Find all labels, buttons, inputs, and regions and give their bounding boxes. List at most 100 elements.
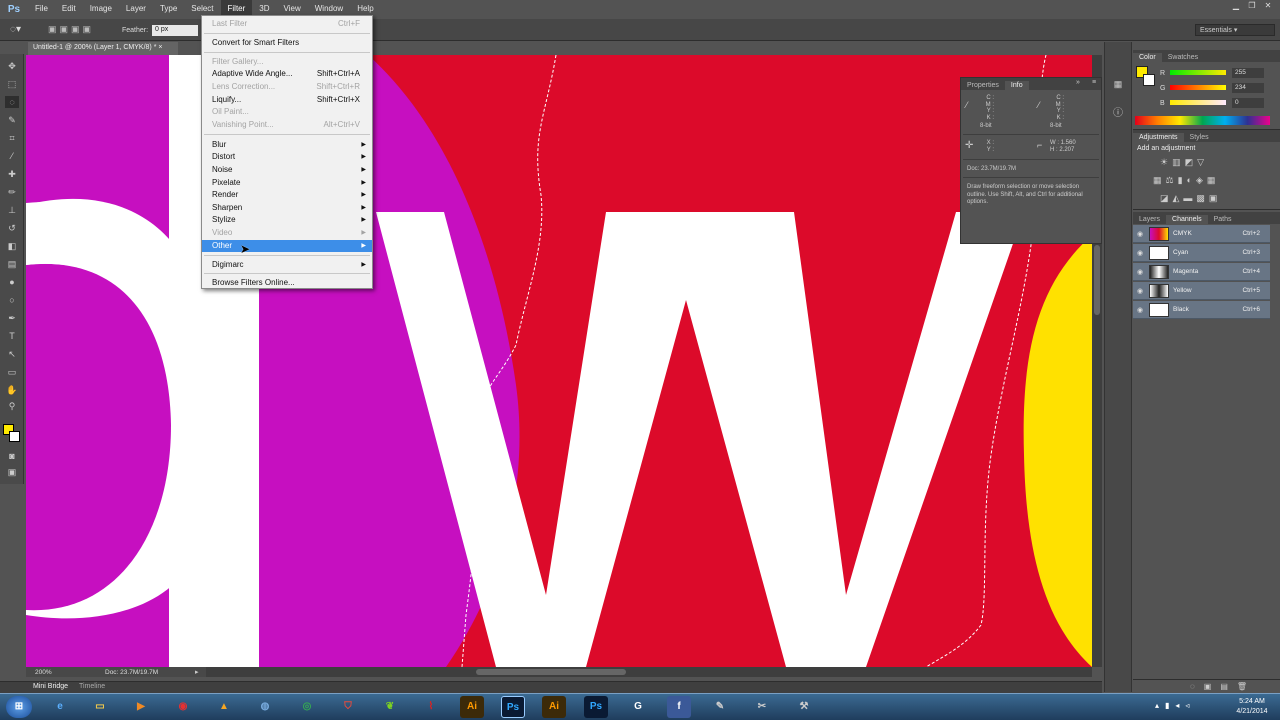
tab-layers[interactable]: Layers (1133, 215, 1166, 224)
dodge-tool-icon[interactable]: ○ (5, 294, 19, 306)
gradient-tool-icon[interactable]: ▤ (5, 258, 19, 270)
document-canvas[interactable] (26, 55, 1092, 667)
b-value-field[interactable]: 0 (1232, 98, 1264, 108)
vlc-icon[interactable]: ▲ (212, 696, 236, 718)
document-tab[interactable]: Untitled-1 @ 200% (Layer 1, CMYK/8) * × (28, 42, 178, 55)
visibility-eye-icon[interactable]: ◉ (1137, 287, 1143, 295)
selection-mode-icons[interactable]: ▣▣▣▣ (48, 24, 104, 36)
status-arrow-icon[interactable]: ▸ (195, 668, 199, 676)
start-button-icon[interactable]: ⊞ (6, 696, 32, 718)
quick-mask-icon[interactable]: ◙ (5, 450, 19, 462)
app-icon-red[interactable]: ◉ (171, 696, 195, 718)
channel-panel-buttons[interactable]: ◌▣▤🗑 (1190, 682, 1256, 691)
panel-collapse-icon[interactable]: » (1076, 79, 1080, 86)
hand-tool-icon[interactable]: ✋ (5, 384, 19, 396)
healing-tool-icon[interactable]: ✚ (5, 168, 19, 180)
visibility-eye-icon[interactable]: ◉ (1137, 249, 1143, 257)
menu-image[interactable]: Image (83, 0, 119, 18)
menu-item-pixelate[interactable]: Pixelate ▶ (202, 177, 372, 189)
background-color-chip[interactable] (1143, 74, 1155, 86)
restore-icon[interactable]: ❐ (1244, 1, 1260, 13)
background-color-swatch[interactable] (9, 431, 20, 442)
adjustment-icons-row-3[interactable]: ◪◭▬▩▣ (1160, 193, 1221, 204)
tab-swatches[interactable]: Swatches (1162, 53, 1204, 62)
adjustment-icons-row-2[interactable]: ▦⚖▮◐◈▦ (1153, 175, 1219, 186)
tab-color[interactable]: Color (1133, 53, 1162, 62)
facebook-icon[interactable]: f (667, 696, 691, 718)
menu-item-convert-smart-filters[interactable]: Convert for Smart Filters (202, 37, 372, 49)
tab-mini-bridge[interactable]: Mini Bridge (33, 683, 68, 690)
minimize-icon[interactable]: ▁ (1228, 1, 1244, 13)
r-value-field[interactable]: 255 (1232, 68, 1264, 78)
history-panel-icon[interactable]: ▦ (1111, 79, 1125, 91)
menu-type[interactable]: Type (153, 0, 184, 18)
horizontal-scroll-thumb[interactable] (476, 669, 626, 675)
workspace-select[interactable]: Essentials ▾ (1195, 24, 1275, 36)
history-brush-tool-icon[interactable]: ↺ (5, 222, 19, 234)
chrome-icon[interactable]: ◎ (295, 696, 319, 718)
menu-item-other[interactable]: Other ▶ (202, 240, 372, 252)
b-slider[interactable] (1170, 100, 1226, 105)
file-explorer-icon[interactable]: ▭ (88, 696, 112, 718)
channel-row-yellow[interactable]: ◉ Yellow Ctrl+5 (1133, 282, 1270, 300)
channel-row-black[interactable]: ◉ Black Ctrl+6 (1133, 301, 1270, 319)
stamp-tool-icon[interactable]: ⊥ (5, 204, 19, 216)
app-icon-leaf[interactable]: ❦ (378, 696, 402, 718)
media-player-icon[interactable]: ▶ (129, 696, 153, 718)
blur-tool-icon[interactable]: ● (5, 276, 19, 288)
app-icon-wrench[interactable]: ⚒ (792, 696, 816, 718)
move-tool-icon[interactable]: ✥ (5, 60, 19, 72)
menu-item-stylize[interactable]: Stylize ▶ (202, 214, 372, 226)
tab-adjustments[interactable]: Adjustments (1133, 133, 1184, 142)
acrobat-icon[interactable]: ⌇ (419, 696, 443, 718)
zoom-level[interactable]: 200% (35, 669, 52, 676)
crop-tool-icon[interactable]: ⌗ (5, 132, 19, 144)
tab-styles[interactable]: Styles (1184, 133, 1215, 142)
eraser-tool-icon[interactable]: ◧ (5, 240, 19, 252)
visibility-eye-icon[interactable]: ◉ (1137, 230, 1143, 238)
color-ramp[interactable] (1135, 116, 1270, 125)
menu-item-browse-filters-online[interactable]: Browse Filters Online... (202, 277, 372, 289)
path-select-tool-icon[interactable]: ↖ (5, 348, 19, 360)
menu-file[interactable]: File (28, 0, 55, 18)
shape-tool-icon[interactable]: ▭ (5, 366, 19, 378)
menu-layer[interactable]: Layer (119, 0, 153, 18)
quick-select-tool-icon[interactable]: ✎ (5, 114, 19, 126)
app-icon-pen[interactable]: ✎ (708, 696, 732, 718)
tab-paths[interactable]: Paths (1208, 215, 1238, 224)
photoshop-icon[interactable]: Ps (584, 696, 608, 718)
feather-input[interactable]: 0 px (152, 25, 198, 36)
adjustment-icons-row-1[interactable]: ☀▥◩▽ (1160, 157, 1208, 168)
app-icon-g[interactable]: G (626, 696, 650, 718)
close-tab-icon[interactable]: × (158, 44, 162, 51)
illustrator-icon[interactable]: Ai (542, 696, 566, 718)
channel-row-cyan[interactable]: ◉ Cyan Ctrl+3 (1133, 244, 1270, 262)
tab-channels[interactable]: Channels (1166, 215, 1208, 224)
menu-item-render[interactable]: Render ▶ (202, 189, 372, 201)
pen-tool-icon[interactable]: ✒ (5, 312, 19, 324)
taskbar-clock[interactable]: 5:24 AM 4/21/2014 (1228, 697, 1276, 717)
brush-tool-icon[interactable]: ✏ (5, 186, 19, 198)
channel-row-cmyk[interactable]: ◉ CMYK Ctrl+2 (1133, 225, 1270, 243)
illustrator-icon[interactable]: Ai (460, 696, 484, 718)
menu-item-adaptive-wide-angle[interactable]: Adaptive Wide Angle... Shift+Ctrl+A (202, 68, 372, 80)
panel-menu-icon[interactable]: ≡ (1092, 79, 1096, 86)
screen-mode-icon[interactable]: ▣ (5, 466, 19, 478)
tab-info[interactable]: Info (1004, 81, 1029, 90)
menu-edit[interactable]: Edit (55, 0, 83, 18)
menu-item-noise[interactable]: Noise ▶ (202, 164, 372, 176)
internet-explorer-icon[interactable]: e (48, 696, 72, 718)
info-panel-icon[interactable]: ⓘ (1111, 104, 1125, 119)
g-slider[interactable] (1170, 85, 1226, 90)
g-value-field[interactable]: 234 (1232, 83, 1264, 93)
tab-properties[interactable]: Properties (961, 81, 1005, 90)
channel-row-magenta[interactable]: ◉ Magenta Ctrl+4 (1133, 263, 1270, 281)
menu-item-digimarc[interactable]: Digimarc ▶ (202, 259, 372, 271)
menu-item-blur[interactable]: Blur ▶ (202, 139, 372, 151)
visibility-eye-icon[interactable]: ◉ (1137, 306, 1143, 314)
r-slider[interactable] (1170, 70, 1226, 75)
type-tool-icon[interactable]: T (5, 330, 19, 342)
marquee-tool-icon[interactable]: ⬚ (5, 78, 19, 90)
app-icon-tool[interactable]: ✂ (750, 696, 774, 718)
close-icon[interactable]: ✕ (1260, 1, 1276, 13)
